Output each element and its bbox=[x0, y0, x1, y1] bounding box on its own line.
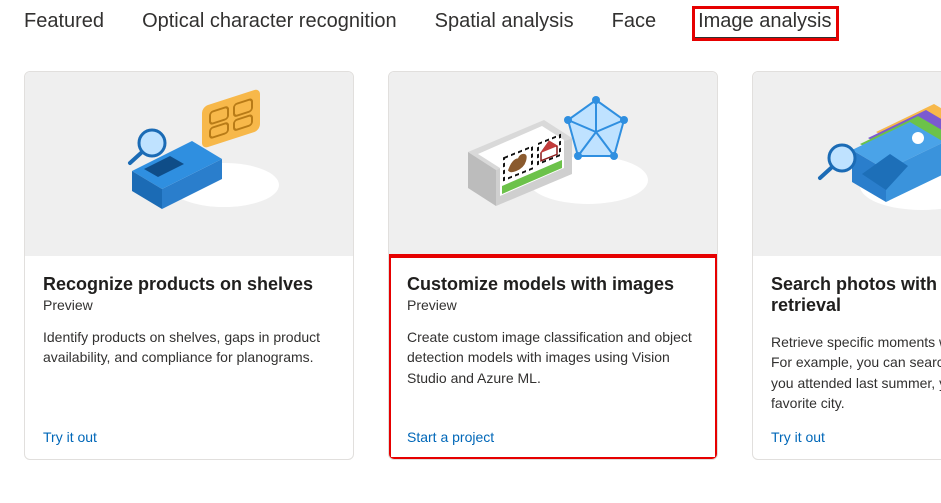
card-title: Search photos with image retrieval bbox=[771, 274, 941, 316]
card-illustration bbox=[25, 72, 353, 256]
tab-featured[interactable]: Featured bbox=[24, 8, 104, 43]
card-title: Customize models with images bbox=[407, 274, 699, 295]
shelf-scanner-icon bbox=[84, 89, 294, 239]
start-a-project-link[interactable]: Start a project bbox=[407, 429, 699, 445]
image-search-icon bbox=[802, 84, 941, 244]
card-title: Recognize products on shelves bbox=[43, 274, 335, 295]
card-subtitle: Preview bbox=[407, 297, 699, 313]
tab-face[interactable]: Face bbox=[612, 8, 656, 43]
tab-image-analysis[interactable]: Image analysis bbox=[694, 8, 837, 39]
card-search-photos[interactable]: Search photos with image retrieval Retri… bbox=[752, 71, 941, 460]
card-body: Recognize products on shelves Preview Id… bbox=[25, 256, 353, 459]
card-customize-models[interactable]: Customize models with images Preview Cre… bbox=[388, 71, 718, 460]
card-recognize-products[interactable]: Recognize products on shelves Preview Id… bbox=[24, 71, 354, 460]
custom-model-icon bbox=[438, 84, 668, 244]
cards-row: Recognize products on shelves Preview Id… bbox=[0, 43, 941, 460]
tab-ocr[interactable]: Optical character recognition bbox=[142, 8, 397, 43]
try-it-out-link[interactable]: Try it out bbox=[43, 429, 335, 445]
card-illustration bbox=[389, 72, 717, 256]
try-it-out-link[interactable]: Try it out bbox=[771, 429, 941, 445]
card-description: Identify products on shelves, gaps in pr… bbox=[43, 327, 335, 413]
card-body: Customize models with images Preview Cre… bbox=[389, 256, 717, 459]
card-body: Search photos with image retrieval Retri… bbox=[753, 256, 941, 459]
card-subtitle: Preview bbox=[43, 297, 335, 313]
card-description: Create custom image classification and o… bbox=[407, 327, 699, 413]
tab-spatial-analysis[interactable]: Spatial analysis bbox=[435, 8, 574, 43]
card-illustration bbox=[753, 72, 941, 256]
card-description: Retrieve specific moments within your al… bbox=[771, 332, 941, 413]
tab-bar: Featured Optical character recognition S… bbox=[0, 0, 941, 43]
